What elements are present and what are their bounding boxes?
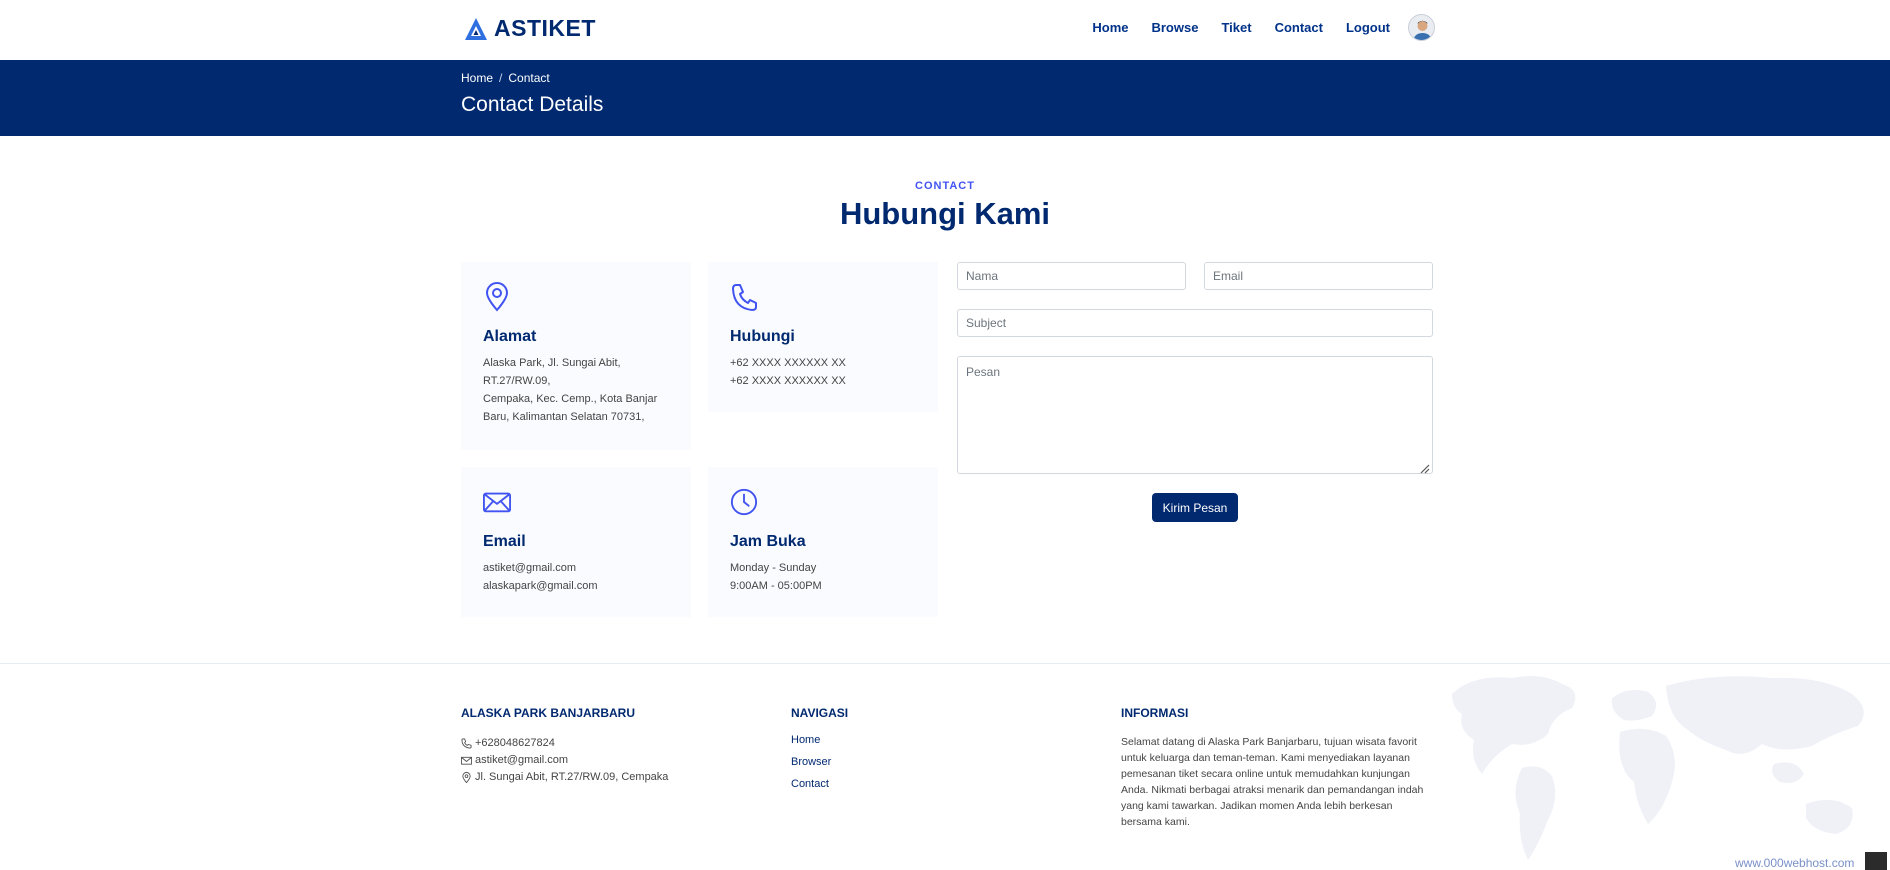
info-title-phone: Hubungi <box>730 328 795 345</box>
address-line: Baru, Kalimantan Selatan 70731, <box>483 411 645 423</box>
email-line: alaskapark@gmail.com <box>483 580 598 592</box>
phone-line: +62 XXXX XXXXXX XX <box>730 357 846 369</box>
site-header: ASTIKET Home Browse Tiket Contact Logout <box>0 0 1890 60</box>
footer-email: astiket@gmail.com <box>461 754 668 766</box>
info-title-email: Email <box>483 533 526 550</box>
email-line: astiket@gmail.com <box>483 562 577 574</box>
envelope-icon <box>483 492 511 513</box>
footer-address-text: Jl. Sungai Abit, RT.27/RW.09, Cempaka <box>475 771 669 783</box>
info-title-address: Alamat <box>483 328 537 345</box>
footer-address: Jl. Sungai Abit, RT.27/RW.09, Cempaka <box>461 771 668 783</box>
email-input[interactable] <box>1204 262 1433 290</box>
phone-icon <box>461 738 472 748</box>
hours-line: Monday - Sunday <box>730 562 817 574</box>
clock-icon <box>730 488 758 516</box>
info-box-hours: Jam Buka Monday - Sunday 9:00AM - 05:00P… <box>708 467 938 617</box>
brand-name: ASTIKET <box>494 15 596 41</box>
hosting-badge-icon[interactable] <box>1865 852 1887 870</box>
hosting-watermark[interactable]: www.000webhost.com <box>1735 856 1854 870</box>
hours-line: 9:00AM - 05:00PM <box>730 580 822 592</box>
main-nav: Home Browse Tiket Contact Logout <box>1069 14 1435 41</box>
logo-icon <box>465 17 487 40</box>
breadcrumb-banner: Home / Contact Contact Details <box>0 60 1890 136</box>
name-input[interactable] <box>957 262 1186 290</box>
nav-tiket[interactable]: Tiket <box>1221 20 1251 35</box>
user-avatar-icon <box>1409 15 1434 40</box>
breadcrumb: Home / Contact <box>461 71 550 85</box>
brand-logo[interactable]: ASTIKET <box>464 15 596 42</box>
breadcrumb-home[interactable]: Home <box>461 71 493 85</box>
envelope-icon <box>461 756 472 765</box>
footer-link-home[interactable]: Home <box>791 734 848 746</box>
page-title: Contact Details <box>461 93 604 116</box>
address-line: Cempaka, Kec. Cemp., Kota Banjar <box>483 393 658 405</box>
nav-logout[interactable]: Logout <box>1346 20 1390 35</box>
footer-nav-title: NAVIGASI <box>791 706 849 720</box>
world-map-decoration <box>1452 676 1864 860</box>
resize-grip-icon[interactable] <box>1418 462 1430 474</box>
avatar[interactable] <box>1408 14 1435 41</box>
footer-phone-text: +628048627824 <box>475 737 555 749</box>
subject-input[interactable] <box>957 309 1433 337</box>
nav-home[interactable]: Home <box>1092 20 1128 35</box>
breadcrumb-current: Contact <box>508 71 550 85</box>
info-box-email: Email astiket@gmail.com alaskapark@gmail… <box>461 467 691 617</box>
footer-about: ALASKA PARK BANJARBARU +628048627824 ast… <box>461 706 668 783</box>
footer-email-text: astiket@gmail.com <box>475 754 569 766</box>
phone-icon <box>732 284 757 311</box>
footer-info-title: INFORMASI <box>1121 706 1189 720</box>
footer-info-text: Selamat datang di Alaska Park Banjarbaru… <box>1121 736 1424 828</box>
nav-browse[interactable]: Browse <box>1151 20 1198 35</box>
message-textarea[interactable] <box>957 356 1433 474</box>
footer-link-contact[interactable]: Contact <box>791 778 848 790</box>
footer-phone: +628048627824 <box>461 737 668 749</box>
info-title-hours: Jam Buka <box>730 533 806 550</box>
footer-about-title: ALASKA PARK BANJARBARU <box>461 706 635 720</box>
send-message-button[interactable]: Kirim Pesan <box>1152 493 1238 522</box>
info-box-address: Alamat Alaska Park, Jl. Sungai Abit, RT.… <box>461 262 691 450</box>
address-line: Alaska Park, Jl. Sungai Abit, <box>483 357 621 369</box>
address-line: RT.27/RW.09, <box>483 375 551 387</box>
breadcrumb-separator: / <box>499 71 503 85</box>
phone-line: +62 XXXX XXXXXX XX <box>730 375 846 387</box>
map-pin-icon <box>485 282 509 312</box>
info-box-phone: Hubungi +62 XXXX XXXXXX XX +62 XXXX XXXX… <box>708 262 938 412</box>
map-pin-icon <box>462 771 471 783</box>
footer-link-browser[interactable]: Browser <box>791 756 848 768</box>
section-title: Hubungi Kami <box>839 196 1051 231</box>
nav-contact[interactable]: Contact <box>1275 20 1323 35</box>
section-tag: CONTACT <box>915 180 975 192</box>
footer-information: INFORMASI Selamat datang di Alaska Park … <box>1121 706 1433 830</box>
footer-navigation: NAVIGASI Home Browser Contact <box>791 706 848 790</box>
